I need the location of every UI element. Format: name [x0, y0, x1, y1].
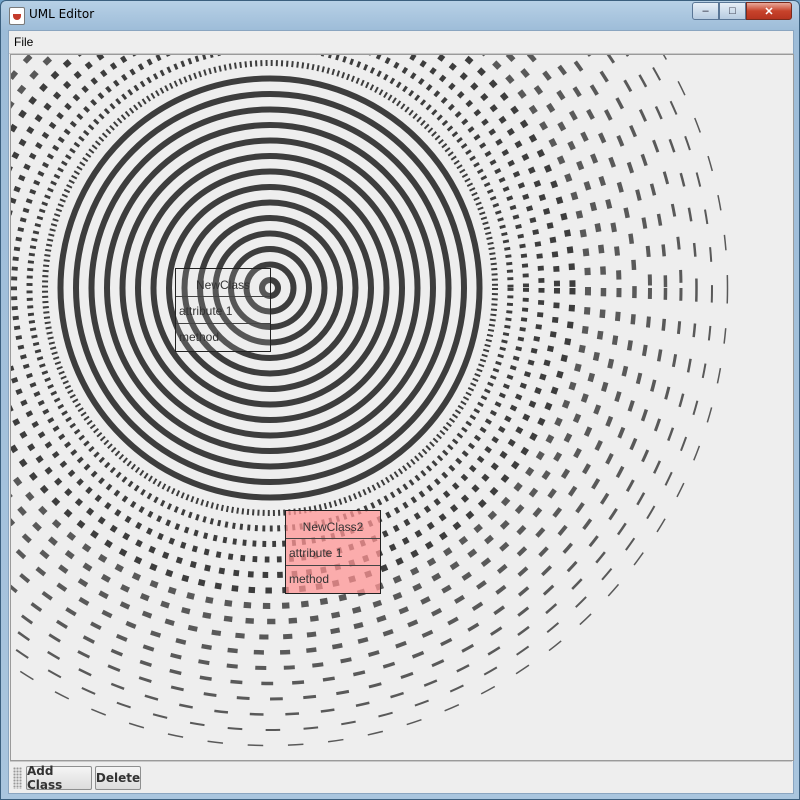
add-class-button[interactable]: Add Class: [26, 764, 92, 792]
class-name: NewClass: [195, 278, 250, 292]
class-method: method: [289, 572, 330, 586]
maximize-button[interactable]: □: [719, 2, 746, 20]
delete-button[interactable]: Delete: [95, 766, 141, 790]
class-divider: [286, 538, 380, 539]
uml-class-box[interactable]: NewClass attribute 1 method: [175, 268, 271, 352]
class-divider: [286, 565, 380, 566]
render-artifact-rings: [11, 55, 729, 747]
uml-class-box-selected[interactable]: NewClass2 attribute 1 method: [285, 510, 381, 594]
minimize-icon: –: [702, 5, 709, 17]
bottom-toolbar: Add Class Delete: [10, 761, 792, 793]
uml-editor-window: UML Editor – □ ✕ File NewClass attribute…: [0, 0, 800, 800]
menu-bar: File: [9, 31, 793, 54]
window-client-area: File NewClass attribute 1 method NewClas…: [8, 30, 794, 794]
minimize-button[interactable]: –: [692, 2, 719, 20]
class-divider: [176, 323, 270, 324]
toolbar-grip[interactable]: [13, 767, 22, 789]
artifact-ring: [11, 55, 698, 716]
class-name: NewClass2: [302, 520, 364, 534]
title-bar[interactable]: UML Editor – □ ✕: [1, 1, 799, 29]
diagram-canvas[interactable]: NewClass attribute 1 method NewClass2 at…: [10, 54, 794, 761]
class-attribute: attribute 1: [179, 304, 233, 318]
class-attribute: attribute 1: [289, 546, 343, 560]
class-method: method: [179, 330, 220, 344]
close-icon: ✕: [764, 5, 774, 18]
menu-file[interactable]: File: [14, 35, 33, 49]
close-button[interactable]: ✕: [746, 2, 792, 20]
class-divider: [176, 296, 270, 297]
maximize-icon: □: [729, 5, 736, 17]
window-title: UML Editor: [29, 7, 95, 21]
java-app-icon: [9, 7, 25, 25]
